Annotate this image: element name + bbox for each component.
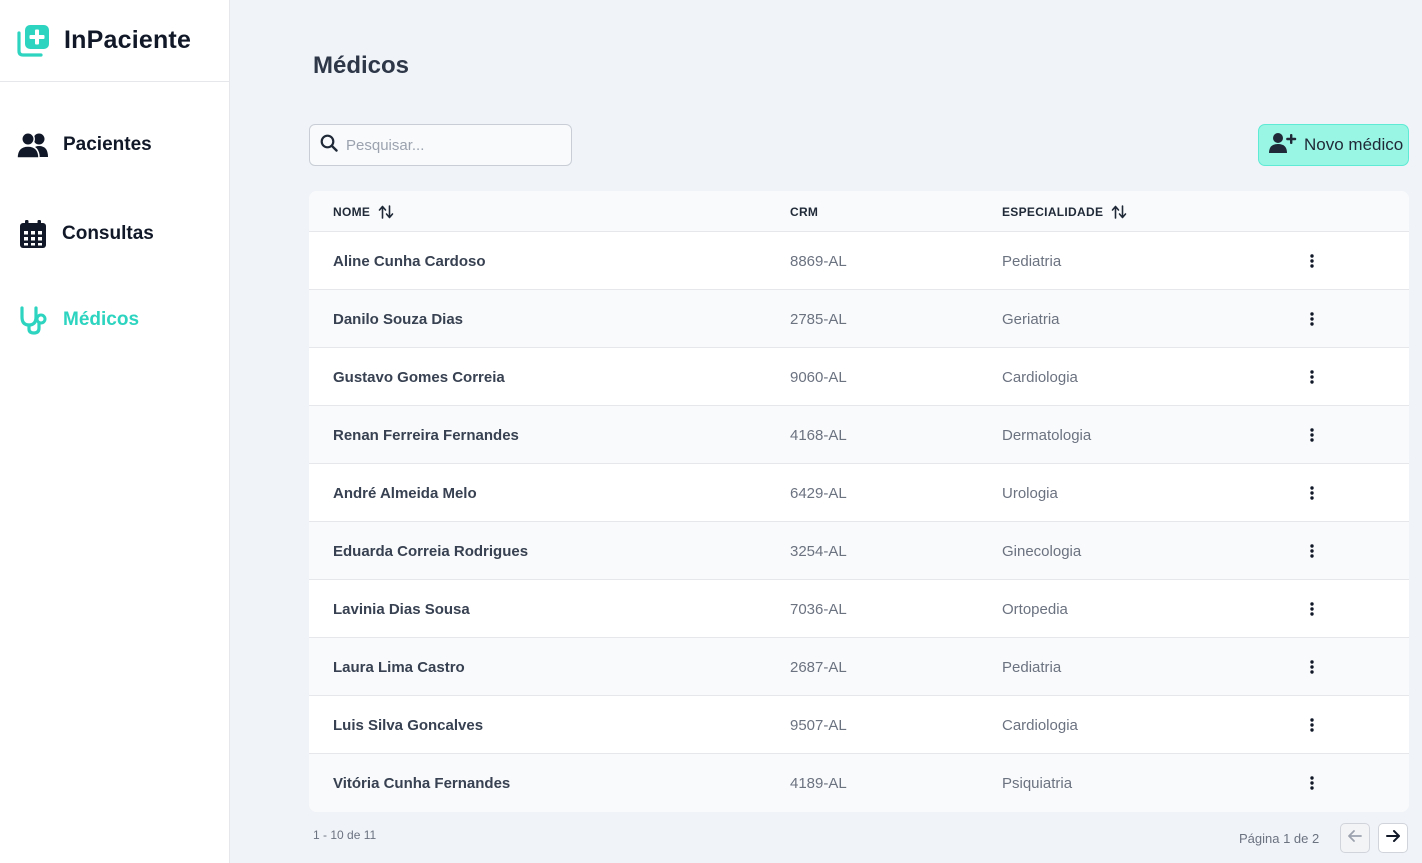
table-row[interactable]: Gustavo Gomes Correia 9060-AL Cardiologia: [309, 348, 1409, 406]
table-row[interactable]: André Almeida Melo 6429-AL Urologia: [309, 464, 1409, 522]
sidebar: InPaciente Pacientes Consultas Médicos: [0, 0, 230, 863]
doctor-specialty: Geriatria: [1002, 310, 1060, 328]
column-header-label: NOME: [333, 204, 371, 219]
calendar-icon: [16, 217, 50, 251]
doctor-crm: 7036-AL: [790, 600, 847, 618]
column-header-label: ESPECIALIDADE: [1002, 204, 1104, 219]
app-name: InPaciente: [64, 26, 192, 54]
doctor-specialty: Psiquiatria: [1002, 774, 1073, 792]
arrow-right-icon: [1385, 829, 1401, 848]
more-options-icon[interactable]: [1305, 754, 1319, 812]
app-logo-icon: [16, 24, 50, 58]
user-plus-icon: [1269, 132, 1297, 159]
arrow-left-icon: [1347, 829, 1363, 848]
stethoscope-icon: [16, 303, 50, 337]
doctor-crm: 2687-AL: [790, 658, 847, 676]
sidebar-item-medicos[interactable]: Médicos: [16, 303, 139, 337]
doctor-crm: 9060-AL: [790, 368, 847, 386]
more-options-icon[interactable]: [1305, 406, 1319, 464]
more-options-icon[interactable]: [1305, 580, 1319, 638]
doctor-name: Lavinia Dias Sousa: [333, 600, 470, 618]
main-content: Médicos Novo médico NOME: [230, 0, 1422, 863]
next-page-button[interactable]: [1378, 823, 1408, 853]
page-indicator: Página 1 de 2: [1239, 831, 1320, 846]
doctor-name: Danilo Souza Dias: [333, 310, 464, 328]
doctor-specialty: Pediatria: [1002, 252, 1062, 270]
doctor-specialty: Urologia: [1002, 484, 1058, 502]
column-header-label: CRM: [790, 204, 819, 219]
doctor-specialty: Pediatria: [1002, 658, 1062, 676]
doctor-name: Gustavo Gomes Correia: [333, 368, 505, 386]
more-options-icon[interactable]: [1305, 638, 1319, 696]
more-options-icon[interactable]: [1305, 522, 1319, 580]
new-doctor-button[interactable]: Novo médico: [1258, 124, 1409, 166]
doctor-specialty: Ginecologia: [1002, 542, 1082, 560]
sidebar-item-consultas[interactable]: Consultas: [16, 217, 154, 251]
doctor-name: Luis Silva Goncalves: [333, 716, 484, 734]
doctor-crm: 4189-AL: [790, 774, 847, 792]
search-input[interactable]: [346, 136, 546, 154]
more-options-icon[interactable]: [1305, 348, 1319, 406]
doctor-crm: 4168-AL: [790, 426, 847, 444]
sidebar-item-pacientes[interactable]: Pacientes: [16, 128, 152, 162]
doctor-specialty: Cardiologia: [1002, 368, 1078, 386]
doctors-table: NOME CRM ESPECIALIDADE Aline Cunha Cardo…: [309, 191, 1409, 812]
table-row[interactable]: Vitória Cunha Fernandes 4189-AL Psiquiatri…: [309, 754, 1409, 812]
doctor-name: Vitória Cunha Fernandes: [333, 774, 511, 792]
table-row[interactable]: Eduarda Correia Rodrigues 3254-AL Ginecolo…: [309, 522, 1409, 580]
column-header-name: NOME: [333, 191, 394, 232]
doctor-specialty: Cardiologia: [1002, 716, 1078, 734]
page-title: Médicos: [313, 52, 410, 79]
sort-icon[interactable]: [1111, 204, 1127, 219]
doctor-name: Eduarda Correia Rodrigues: [333, 542, 529, 560]
table-row[interactable]: Luis Silva Goncalves 9507-AL Cardiologia: [309, 696, 1409, 754]
column-header-crm: CRM: [790, 191, 818, 232]
table-row[interactable]: Renan Ferreira Fernandes 4168-AL Dermatolo…: [309, 406, 1409, 464]
more-options-icon[interactable]: [1305, 290, 1319, 348]
users-icon: [16, 128, 50, 162]
doctor-crm: 2785-AL: [790, 310, 847, 328]
doctor-name: André Almeida Melo: [333, 484, 477, 502]
more-options-icon[interactable]: [1305, 696, 1319, 754]
new-doctor-label: Novo médico: [1304, 135, 1404, 154]
doctor-crm: 6429-AL: [790, 484, 847, 502]
doctor-name: Renan Ferreira Fernandes: [333, 426, 519, 444]
doctor-specialty: Ortopedia: [1002, 600, 1068, 618]
table-body: Aline Cunha Cardoso 8869-AL Pediatria Danil…: [309, 232, 1409, 812]
more-options-icon[interactable]: [1305, 232, 1319, 290]
doctor-name: Laura Lima Castro: [333, 658, 465, 676]
doctor-crm: 9507-AL: [790, 716, 847, 734]
doctor-crm: 3254-AL: [790, 542, 847, 560]
search-box[interactable]: [309, 124, 572, 166]
more-options-icon[interactable]: [1305, 464, 1319, 522]
table-row[interactable]: Lavinia Dias Sousa 7036-AL Ortopedia: [309, 580, 1409, 638]
sidebar-item-label: Pacientes: [63, 134, 152, 155]
table-row[interactable]: Aline Cunha Cardoso 8869-AL Pediatria: [309, 232, 1409, 290]
sidebar-item-label: Consultas: [62, 223, 154, 244]
previous-page-button[interactable]: [1340, 823, 1370, 853]
search-icon: [320, 134, 338, 157]
table-header: NOME CRM ESPECIALIDADE: [309, 191, 1409, 232]
column-header-specialty: ESPECIALIDADE: [1002, 191, 1127, 232]
doctor-crm: 8869-AL: [790, 252, 847, 270]
doctor-specialty: Dermatologia: [1002, 426, 1092, 444]
brand: InPaciente: [0, 0, 229, 82]
sidebar-item-label: Médicos: [63, 309, 140, 330]
result-count: 1 - 10 de 11: [313, 828, 377, 842]
table-row[interactable]: Laura Lima Castro 2687-AL Pediatria: [309, 638, 1409, 696]
sort-icon[interactable]: [378, 204, 394, 219]
table-row[interactable]: Danilo Souza Dias 2785-AL Geriatria: [309, 290, 1409, 348]
doctor-name: Aline Cunha Cardoso: [333, 252, 486, 270]
